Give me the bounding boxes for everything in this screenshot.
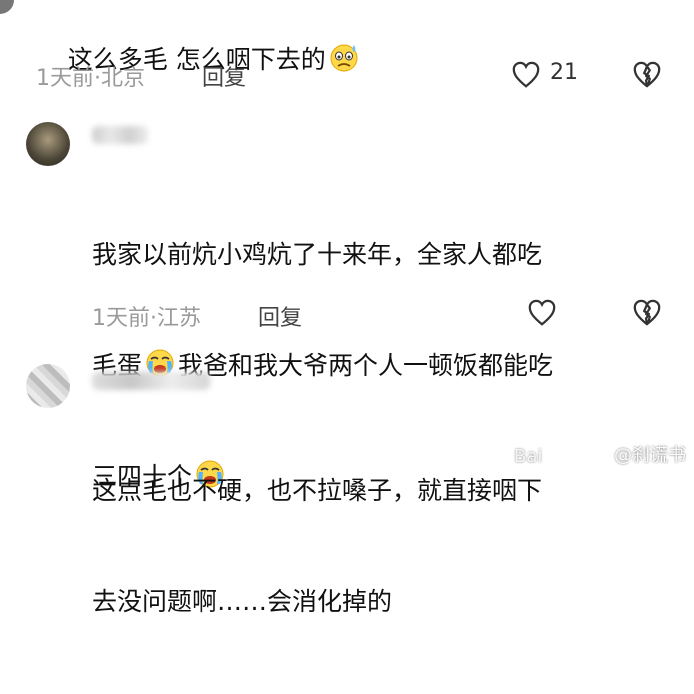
reply-button[interactable]: 回复: [202, 60, 246, 92]
watermark-right: @刹谎书: [614, 445, 686, 466]
avatar[interactable]: [26, 122, 70, 166]
broken-heart-icon[interactable]: [632, 60, 662, 90]
comment-1: 这么多毛 怎么咽下去的 1天前·北京 回复 21: [0, 0, 694, 100]
username-blurred[interactable]: [92, 126, 148, 144]
comment-2: 我家以前炕小鸡炕了十来年，全家人都吃 毛蛋 我爸和我大爷两个人一顿饭都能吃 三四…: [0, 110, 694, 491]
username-blurred[interactable]: [92, 372, 210, 390]
comment-line: 我家以前炕小鸡炕了十来年，全家人都吃: [92, 240, 543, 269]
avatar[interactable]: [26, 364, 70, 408]
comment-3: 这点毛也不硬，也不拉嗓子，就直接咽下 去没问题啊……会消化掉的: [0, 352, 694, 616]
heart-icon[interactable]: [510, 60, 542, 90]
heart-icon[interactable]: [526, 298, 558, 328]
reply-button[interactable]: 回复: [258, 300, 302, 332]
like-count: 21: [550, 60, 578, 85]
comment-line: 去没问题啊……会消化掉的: [92, 587, 393, 616]
watermark-left: Bai: [514, 446, 543, 467]
sweat-face-emoji-icon: [330, 44, 358, 72]
comment-text: 这点毛也不硬，也不拉嗓子，就直接咽下 去没问题啊……会消化掉的: [92, 398, 542, 694]
comment-time-location: 1天前·北京: [36, 66, 145, 91]
avatar[interactable]: [0, 0, 14, 14]
comment-time-location: 1天前·江苏: [92, 306, 201, 331]
comment-line: 这点毛也不硬，也不拉嗓子，就直接咽下: [92, 476, 543, 505]
broken-heart-icon[interactable]: [632, 298, 662, 328]
